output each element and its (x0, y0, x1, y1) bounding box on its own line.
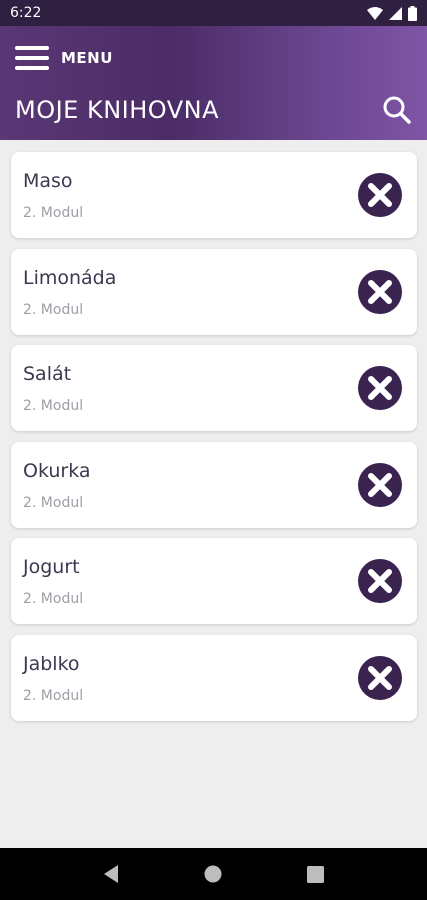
item-subtitle: 2. Modul (23, 398, 84, 414)
system-nav-bar (0, 848, 427, 900)
status-bar: 6:22 (0, 0, 427, 26)
list-item[interactable]: Jablko 2. Modul (11, 634, 417, 721)
item-title: Jogurt (23, 556, 80, 578)
list-item[interactable]: Maso 2. Modul (11, 152, 417, 238)
item-title: Limonáda (23, 266, 117, 289)
nav-back-button[interactable] (96, 859, 126, 889)
menu-label: MENU (61, 49, 113, 67)
back-triangle-icon (104, 865, 119, 883)
nav-recents-button[interactable] (301, 859, 331, 889)
item-title: Jablko (23, 652, 80, 675)
library-list: Maso 2. Modul Limonáda 2. Modul Salát 2.… (11, 152, 417, 731)
item-title: Okurka (23, 459, 91, 482)
close-circle-icon[interactable] (358, 559, 402, 603)
search-button[interactable] (381, 94, 413, 126)
item-title: Salát (23, 363, 72, 385)
list-item[interactable]: Jogurt 2. Modul (11, 538, 417, 624)
item-subtitle: 2. Modul (23, 591, 84, 607)
item-title: Maso (23, 170, 73, 192)
list-item[interactable]: Salát 2. Modul (11, 345, 417, 431)
close-circle-icon[interactable] (358, 655, 402, 700)
item-subtitle: 2. Modul (23, 494, 84, 511)
status-time: 6:22 (10, 5, 42, 21)
close-circle-icon[interactable] (358, 269, 402, 314)
battery-icon (408, 5, 417, 21)
item-subtitle: 2. Modul (23, 205, 84, 221)
home-circle-icon (204, 865, 222, 883)
close-circle-icon[interactable] (358, 462, 402, 507)
list-item[interactable]: Okurka 2. Modul (11, 441, 417, 528)
item-subtitle: 2. Modul (23, 301, 84, 318)
search-icon (383, 96, 411, 124)
app-header: MENU MOJE KNIHOVNA (0, 26, 427, 140)
nav-home-button[interactable] (198, 859, 228, 889)
hamburger-icon (15, 46, 49, 70)
list-item[interactable]: Limonáda 2. Modul (11, 248, 417, 335)
wifi-icon (367, 6, 383, 20)
item-subtitle: 2. Modul (23, 687, 84, 704)
close-circle-icon[interactable] (358, 173, 402, 217)
status-icons (367, 5, 417, 21)
close-circle-icon[interactable] (358, 366, 402, 410)
menu-button[interactable]: MENU (15, 46, 113, 70)
page-title: MOJE KNIHOVNA (15, 96, 220, 124)
signal-icon (389, 6, 402, 20)
recents-square-icon (307, 865, 325, 883)
